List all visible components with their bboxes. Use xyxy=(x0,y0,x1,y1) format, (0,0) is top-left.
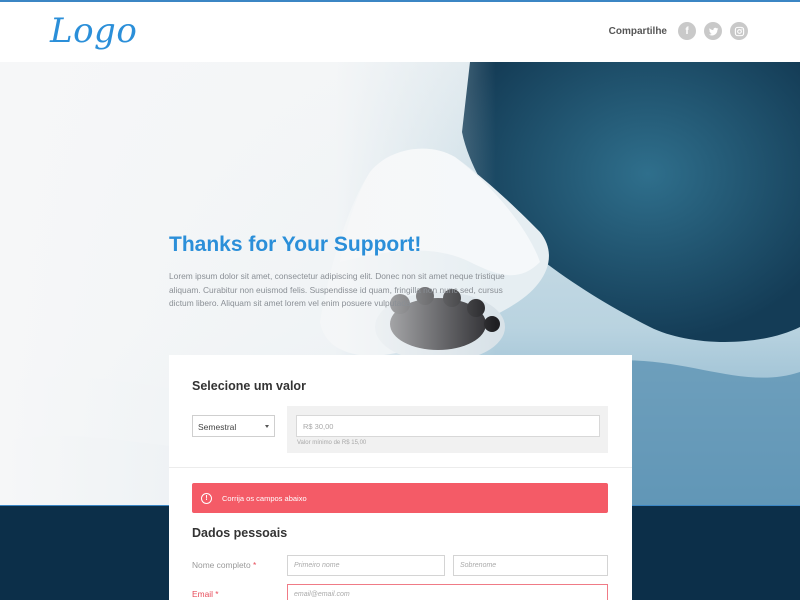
error-alert: ! Corrija os campos abaixo xyxy=(192,483,608,513)
email-field[interactable]: email@email.com xyxy=(287,584,608,600)
share-bar: Compartilhe f xyxy=(609,22,748,40)
amount-input[interactable]: R$ 30,00 xyxy=(296,415,600,437)
chevron-down-icon xyxy=(265,425,269,428)
frequency-select[interactable]: Semestral xyxy=(192,415,275,437)
amount-panel: R$ 30,00 Valor mínimo de R$ 15,00 xyxy=(287,406,608,453)
site-header: Logo Compartilhe f xyxy=(0,2,800,62)
alert-message: Corrija os campos abaixo xyxy=(222,493,307,503)
logo[interactable]: Logo xyxy=(50,11,137,51)
alert-icon: ! xyxy=(201,492,212,504)
email-label: Email * xyxy=(192,589,219,599)
section-divider xyxy=(169,467,632,468)
amount-hint: Valor mínimo de R$ 15,00 xyxy=(297,440,367,446)
last-name-field[interactable]: Sobrenome xyxy=(453,555,608,576)
twitter-icon[interactable] xyxy=(704,22,722,40)
facebook-icon[interactable]: f xyxy=(678,22,696,40)
page-title: Thanks for Your Support! xyxy=(169,233,422,256)
share-label: Compartilhe xyxy=(608,25,667,37)
instagram-icon[interactable] xyxy=(730,22,748,40)
first-name-field[interactable]: Primeiro nome xyxy=(287,555,445,576)
donation-form-card: Selecione um valor Semestral R$ 30,00 Va… xyxy=(169,355,632,600)
value-section-title: Selecione um valor xyxy=(192,379,306,393)
full-name-label: Nome completo * xyxy=(192,560,257,570)
hero-description: Lorem ipsum dolor sit amet, consectetur … xyxy=(169,271,505,309)
personal-section-title: Dados pessoais xyxy=(192,526,288,540)
